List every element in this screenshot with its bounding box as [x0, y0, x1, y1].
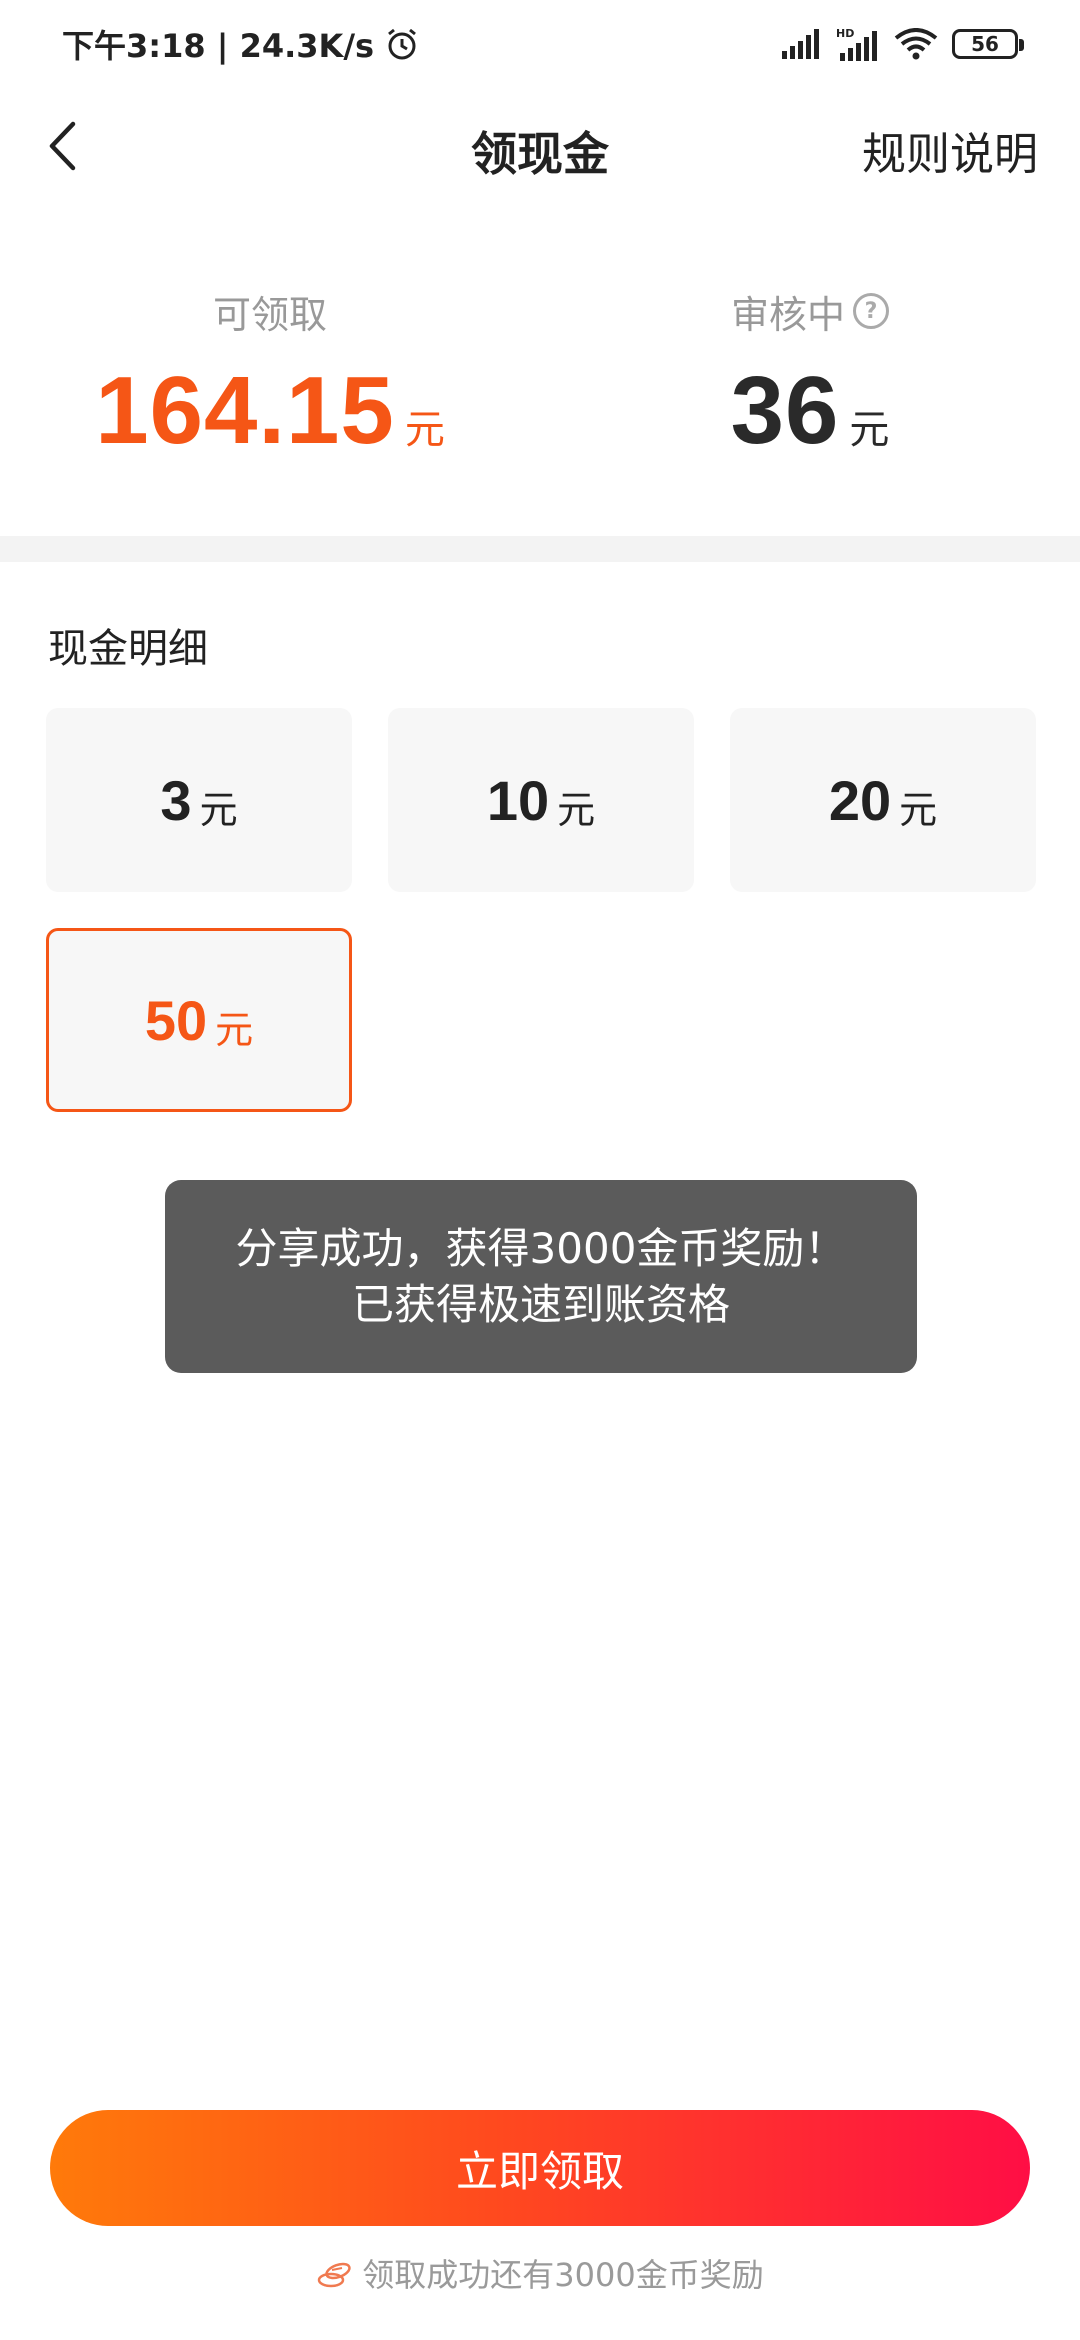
signal-icon: [782, 29, 819, 59]
available-label-text: 可领取: [212, 292, 327, 337]
status-right: HD 56: [782, 27, 1024, 61]
alarm-icon: [388, 28, 416, 60]
reviewing-amount: 36 元: [570, 356, 1050, 466]
reviewing-amount-value: 36: [730, 357, 840, 464]
cash-option-unit: 元: [215, 1007, 254, 1052]
cash-option-20[interactable]: 20 元: [730, 708, 1036, 892]
available-amount: 164.15 元: [30, 356, 510, 466]
cash-option-unit: 元: [199, 787, 238, 832]
help-icon[interactable]: ?: [853, 293, 889, 329]
available-amount-unit: 元: [404, 407, 445, 453]
svg-text:HD: HD: [836, 27, 854, 40]
nav-bar: 领现金 规则说明: [0, 88, 1080, 204]
cash-details-title: 现金明细: [48, 626, 208, 672]
claim-note-text: 领取成功还有3000金币奖励: [362, 2256, 764, 2294]
cash-option-value: 3: [160, 768, 192, 832]
cash-option-50[interactable]: 50 元: [46, 928, 352, 1112]
reviewing-label-text: 审核中: [730, 292, 845, 337]
battery-icon: 56: [952, 29, 1024, 59]
cash-option-unit: 元: [899, 787, 938, 832]
cash-option-value: 50: [144, 988, 208, 1052]
claim-now-button[interactable]: 立即领取: [50, 2110, 1030, 2226]
reviewing-balance: 审核中 ? 36 元: [570, 284, 1050, 466]
available-label: 可领取: [30, 284, 510, 338]
reviewing-label: 审核中 ?: [570, 284, 1050, 338]
cash-option-unit: 元: [557, 787, 596, 832]
reviewing-amount-unit: 元: [849, 407, 890, 453]
battery-level: 56: [971, 32, 999, 56]
balance-summary: 可领取 164.15 元 审核中 ? 36 元: [0, 204, 1080, 536]
status-time-speed: 下午3:18 | 24.3K/s: [62, 27, 375, 65]
status-bar: 下午3:18 | 24.3K/s HD 56: [0, 0, 1080, 88]
toast-line-2: 已获得极速到账资格: [351, 1279, 730, 1329]
status-left: 下午3:18 | 24.3K/s: [62, 21, 420, 67]
coin-stack-icon: [318, 2262, 351, 2288]
cash-option-value: 20: [828, 768, 892, 832]
toast-message: 分享成功，获得3000金币奖励！ 已获得极速到账资格: [165, 1180, 917, 1373]
cash-option-3[interactable]: 3 元: [46, 708, 352, 892]
available-amount-value: 164.15: [95, 357, 395, 464]
toast-line-1: 分享成功，获得3000金币奖励！: [235, 1223, 847, 1273]
cash-option-value: 10: [486, 768, 550, 832]
available-balance: 可领取 164.15 元: [30, 284, 510, 466]
claim-reward-note: 领取成功还有3000金币奖励: [0, 2250, 1080, 2296]
rules-link[interactable]: 规则说明: [862, 118, 1038, 182]
wifi-icon: [894, 28, 938, 60]
hd-signal-icon: HD: [836, 27, 877, 61]
section-divider: [0, 536, 1080, 562]
cash-option-10[interactable]: 10 元: [388, 708, 694, 892]
